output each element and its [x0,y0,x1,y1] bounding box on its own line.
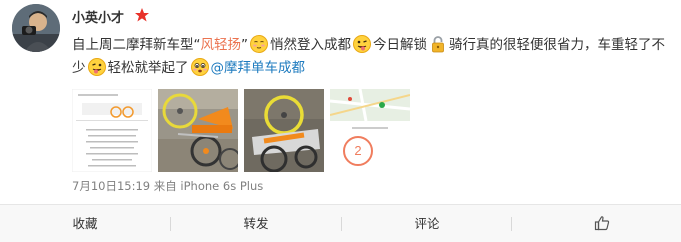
thumbnail-map-screenshot[interactable]: 2 [330,89,410,172]
post-text: 自上周二摩拜新车型“风轻扬” 悄然登入成都 今日解锁 骑行真的很轻便很省力，车重… [72,34,672,80]
thumbnail-bike-photo[interactable] [158,89,238,172]
comment-button[interactable]: 评论 [342,205,512,242]
post-text-part: 自上周二摩拜新车型“ [72,37,201,53]
tongue-out-emoji [87,57,107,77]
highlight-model-name: 风轻扬 [200,37,242,53]
post-text-part: 轻松就举起了 [107,60,189,76]
map-count-badge: 2 [354,143,362,158]
favorite-button[interactable]: 收藏 [0,205,170,242]
lock-icon [428,34,448,54]
thumbnail-article-image[interactable] [72,89,152,172]
post-text-part: 悄然登入成都 [270,37,351,53]
action-bar: 收藏 转发 评论 [0,205,681,242]
thumbs-up-icon[interactable] [594,215,610,231]
repost-button[interactable]: 转发 [171,205,341,242]
red-star-icon [134,7,150,23]
avatar[interactable] [12,4,60,52]
post-text-part: ” [241,37,248,53]
shy-face-emoji [249,34,269,54]
post-meta: 7月10日15:19 来自 iPhone 6s Plus [72,179,264,193]
username[interactable]: 小英小才 [72,7,124,26]
mention-link[interactable]: @摩拜单车成都 [211,60,306,76]
post-text-part: 今日解锁 [373,37,427,53]
tongue-out-emoji [352,34,372,54]
thumbnail-bike-photo[interactable] [244,89,324,172]
shy-face-emoji [190,57,210,77]
weibo-post-card: 小英小才 自上周二摩拜新车型“风轻扬” 悄然登入成都 今日解锁 骑行真的很轻便很… [0,0,681,242]
